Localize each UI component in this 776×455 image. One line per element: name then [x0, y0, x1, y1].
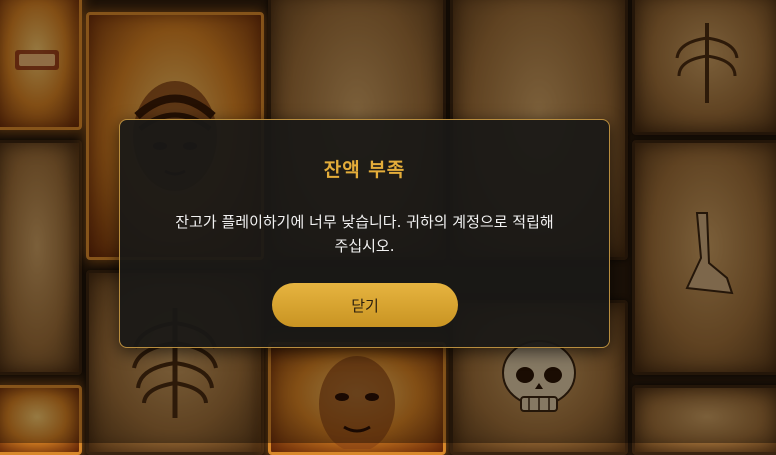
dialog-message-line1: 잔고가 플레이하기에 너무 낮습니다. 귀하의 계정으로 적립해	[175, 213, 554, 231]
insufficient-balance-dialog: 잔액 부족 잔고가 플레이하기에 너무 낮습니다. 귀하의 계정으로 적립해 주…	[119, 119, 610, 348]
close-button[interactable]: 닫기	[272, 283, 458, 327]
dialog-title: 잔액 부족	[323, 159, 406, 181]
dialog-message-line2: 주십시오.	[334, 237, 395, 255]
dialog-message: 잔고가 플레이하기에 너무 낮습니다. 귀하의 계정으로 적립해 주십시오.	[150, 210, 579, 258]
